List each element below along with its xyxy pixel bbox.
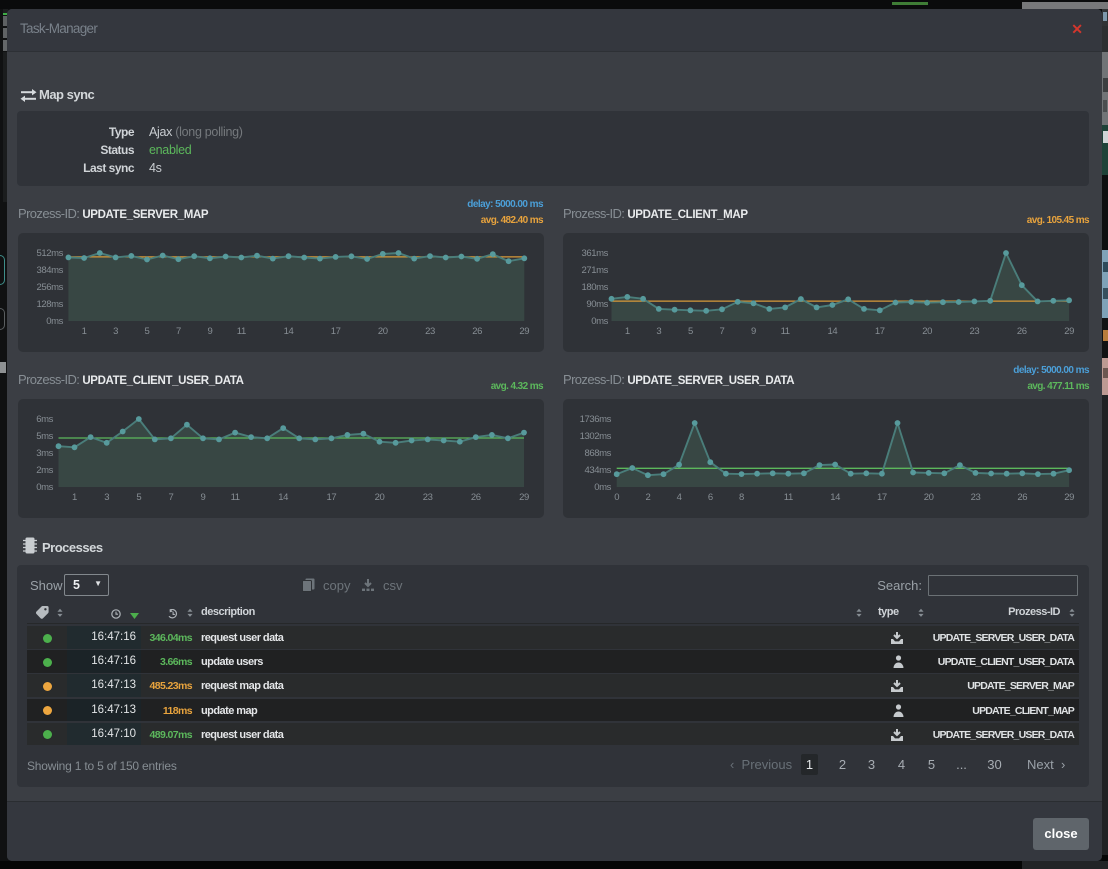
- svg-text:0: 0: [614, 492, 619, 503]
- svg-text:11: 11: [784, 492, 793, 503]
- svg-text:14: 14: [284, 326, 294, 337]
- svg-text:1: 1: [625, 326, 630, 337]
- svg-text:180ms: 180ms: [581, 282, 608, 293]
- svg-text:0ms: 0ms: [594, 482, 611, 493]
- svg-text:6: 6: [708, 492, 713, 503]
- svg-text:9: 9: [201, 492, 206, 503]
- svg-text:20: 20: [378, 326, 388, 337]
- svg-text:29: 29: [519, 492, 529, 503]
- svg-text:26: 26: [472, 326, 482, 337]
- svg-text:3: 3: [656, 326, 661, 337]
- svg-text:11: 11: [231, 492, 240, 503]
- svg-text:17: 17: [327, 492, 337, 503]
- svg-text:868ms: 868ms: [584, 448, 611, 459]
- svg-text:4: 4: [677, 492, 682, 503]
- svg-text:17: 17: [875, 326, 885, 337]
- svg-text:512ms: 512ms: [36, 248, 63, 259]
- svg-text:0ms: 0ms: [36, 482, 53, 493]
- svg-text:20: 20: [375, 492, 385, 503]
- svg-text:23: 23: [970, 326, 980, 337]
- svg-text:361ms: 361ms: [581, 248, 608, 259]
- svg-text:384ms: 384ms: [36, 265, 63, 276]
- svg-text:17: 17: [877, 492, 887, 503]
- svg-text:1302ms: 1302ms: [580, 431, 612, 442]
- svg-text:26: 26: [471, 492, 481, 503]
- svg-text:5: 5: [688, 326, 693, 337]
- svg-text:8: 8: [739, 492, 744, 503]
- svg-text:0ms: 0ms: [591, 316, 608, 327]
- svg-text:271ms: 271ms: [581, 265, 608, 276]
- svg-text:5: 5: [136, 492, 141, 503]
- svg-text:14: 14: [278, 492, 288, 503]
- svg-text:11: 11: [781, 326, 790, 337]
- svg-text:434ms: 434ms: [584, 465, 611, 476]
- svg-text:6ms: 6ms: [36, 414, 53, 425]
- svg-text:1: 1: [82, 326, 87, 337]
- svg-text:3: 3: [113, 326, 118, 337]
- svg-text:9: 9: [207, 326, 212, 337]
- svg-text:1736ms: 1736ms: [580, 414, 612, 425]
- svg-text:23: 23: [425, 326, 435, 337]
- svg-text:1: 1: [72, 492, 77, 503]
- svg-text:0ms: 0ms: [46, 316, 63, 327]
- svg-text:7: 7: [720, 326, 725, 337]
- svg-text:2ms: 2ms: [36, 465, 53, 476]
- svg-text:20: 20: [924, 492, 934, 503]
- svg-text:29: 29: [1064, 326, 1074, 337]
- svg-text:7: 7: [168, 492, 173, 503]
- svg-text:128ms: 128ms: [36, 299, 63, 310]
- svg-text:14: 14: [828, 326, 838, 337]
- svg-text:14: 14: [830, 492, 840, 503]
- svg-text:29: 29: [1064, 492, 1074, 503]
- svg-text:26: 26: [1017, 326, 1027, 337]
- svg-text:3ms: 3ms: [36, 448, 53, 459]
- svg-text:23: 23: [423, 492, 433, 503]
- svg-text:256ms: 256ms: [36, 282, 63, 293]
- svg-text:90ms: 90ms: [586, 299, 608, 310]
- svg-text:23: 23: [971, 492, 981, 503]
- svg-text:2: 2: [645, 492, 650, 503]
- svg-text:5: 5: [145, 326, 150, 337]
- svg-text:20: 20: [922, 326, 932, 337]
- svg-text:11: 11: [237, 326, 246, 337]
- svg-text:5ms: 5ms: [36, 431, 53, 442]
- svg-text:29: 29: [519, 326, 529, 337]
- svg-text:7: 7: [176, 326, 181, 337]
- svg-text:26: 26: [1017, 492, 1027, 503]
- svg-text:3: 3: [104, 492, 109, 503]
- svg-text:17: 17: [331, 326, 341, 337]
- svg-text:9: 9: [751, 326, 756, 337]
